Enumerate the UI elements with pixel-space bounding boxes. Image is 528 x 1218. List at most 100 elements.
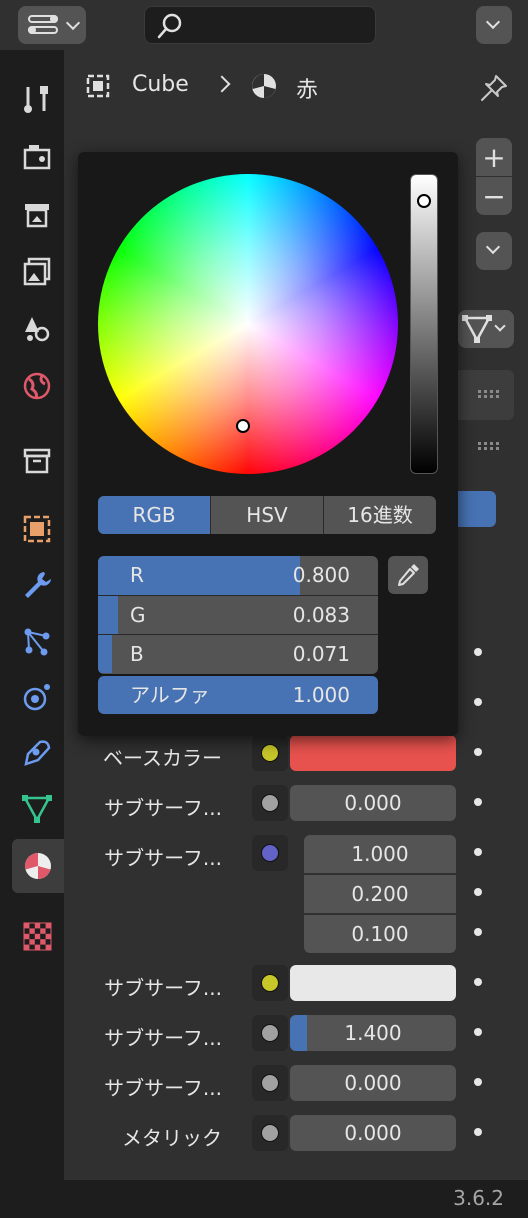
camera-back-icon [23, 145, 51, 170]
tab-view-layer[interactable] [16, 251, 58, 293]
drag-grip-icon[interactable] [478, 442, 502, 452]
property-label: サブサーフ... [104, 1076, 222, 1100]
options-dropdown-button[interactable] [476, 6, 512, 44]
tab-scene[interactable] [16, 308, 58, 350]
chevron-down-icon [485, 239, 501, 255]
pin-icon[interactable] [478, 72, 510, 104]
value-text: 0.000 [344, 1071, 402, 1095]
keyframe-dot-icon[interactable] [474, 748, 482, 756]
tab-tool[interactable] [16, 78, 58, 120]
socket-dot-icon [261, 1024, 279, 1042]
breadcrumb: Cube 赤 [84, 68, 464, 108]
version-label: 3.6.2 [453, 1186, 504, 1210]
vector-component-field[interactable]: 0.100 [304, 915, 456, 953]
socket-dot-icon [261, 974, 279, 992]
material-name: 赤 [296, 78, 319, 103]
chevron-down-icon [485, 14, 501, 30]
mode-tab-0[interactable]: RGB [98, 496, 210, 534]
material-sphere-icon [25, 853, 51, 879]
tab-render[interactable] [16, 136, 58, 178]
socket-button[interactable] [252, 835, 288, 871]
plus-icon: + [482, 140, 506, 174]
tab-world[interactable] [16, 365, 58, 407]
chevron-down-icon [494, 320, 506, 332]
channel-field-g[interactable]: G 0.083 [98, 595, 378, 634]
channel-fill [98, 556, 300, 595]
property-label: メタリック [122, 1126, 222, 1150]
object-name: Cube [132, 72, 189, 97]
value-field[interactable]: 0.000 [290, 1065, 456, 1101]
socket-button[interactable] [252, 785, 288, 821]
properties-editor-icon [28, 15, 58, 35]
image-stack-icon [23, 257, 51, 286]
properties-tab-bar [8, 50, 64, 1180]
value-field[interactable]: 0.000 [290, 1115, 456, 1151]
channel-fill [98, 635, 112, 673]
rgb-channel-fields: R 0.800 G 0.083 B 0.071 [98, 556, 378, 674]
property-row: サブサーフ... 1.400 [80, 1014, 514, 1054]
status-bar: 3.6.2 [0, 1180, 528, 1218]
keyframe-dot-icon[interactable] [474, 1078, 482, 1086]
tab-output[interactable] [16, 194, 58, 236]
value-slider[interactable] [410, 174, 438, 474]
keyframe-dot-icon[interactable] [474, 928, 482, 936]
material-specials-button[interactable] [476, 232, 512, 270]
particles-icon [24, 628, 50, 656]
channel-value: 0.083 [292, 603, 350, 627]
socket-button[interactable] [252, 1015, 288, 1051]
tab-particles[interactable] [16, 620, 58, 662]
eyedropper-button[interactable] [388, 556, 428, 594]
keyframe-dot-icon[interactable] [474, 888, 482, 896]
tab-collection[interactable] [16, 440, 58, 482]
minus-icon: − [482, 179, 506, 213]
socket-button[interactable] [252, 1065, 288, 1101]
value-field[interactable]: 0.000 [290, 785, 456, 821]
socket-button[interactable] [252, 1115, 288, 1151]
channel-field-r[interactable]: R 0.800 [98, 556, 378, 595]
mode-tab-2[interactable]: 16進数 [323, 496, 436, 534]
drag-grip-icon[interactable] [478, 390, 502, 400]
keyframe-dot-icon[interactable] [474, 1128, 482, 1136]
tab-texture[interactable] [16, 915, 58, 957]
alpha-label: アルファ [130, 683, 210, 707]
property-row: サブサーフ... 0.000 [80, 784, 514, 824]
socket-button[interactable] [252, 965, 288, 1001]
remove-material-slot-button[interactable]: − [476, 177, 512, 215]
printer-icon [25, 204, 49, 228]
mesh-triangle-icon [462, 315, 492, 343]
editor-type-button[interactable] [18, 6, 86, 44]
vector-component-field[interactable]: 1.000 [304, 835, 456, 873]
property-label: サブサーフ... [104, 1026, 222, 1050]
property-row: ベースカラー [80, 734, 514, 774]
keyframe-dot-icon[interactable] [474, 848, 482, 856]
keyframe-dot-icon[interactable] [474, 1028, 482, 1036]
value-slider-handle[interactable] [417, 194, 431, 208]
search-input[interactable] [144, 6, 376, 44]
property-row: メタリック 0.000 [80, 1114, 514, 1154]
tab-modifiers[interactable] [16, 564, 58, 606]
tab-physics[interactable] [16, 676, 58, 718]
tab-material[interactable] [12, 839, 64, 893]
channel-field-b[interactable]: B 0.071 [98, 634, 378, 673]
vector-component-field[interactable]: 0.200 [304, 875, 456, 913]
add-material-slot-button[interactable]: + [476, 138, 512, 176]
socket-button[interactable] [252, 735, 288, 771]
tab-constraints[interactable] [16, 732, 58, 774]
value-field[interactable]: 1.400 [290, 1015, 456, 1051]
alpha-field[interactable]: アルファ 1.000 [98, 676, 378, 714]
keyframe-dot-icon[interactable] [474, 698, 482, 706]
color-swatch[interactable] [290, 735, 456, 771]
color-swatch[interactable] [290, 965, 456, 1001]
property-row: サブサーフ... [80, 964, 514, 1004]
keyframe-dot-icon[interactable] [474, 648, 482, 656]
keyframe-dot-icon[interactable] [474, 798, 482, 806]
keyframe-dot-icon[interactable] [474, 978, 482, 986]
tab-data[interactable] [16, 788, 58, 830]
mode-tab-1[interactable]: HSV [210, 496, 323, 534]
checker-icon [23, 922, 52, 951]
wheel-cursor[interactable] [236, 419, 250, 433]
tab-object[interactable] [16, 508, 58, 550]
channel-value: 0.800 [292, 563, 350, 587]
node-link-button[interactable] [458, 310, 514, 348]
property-row: サブサーフ... 0.000 [80, 1064, 514, 1104]
